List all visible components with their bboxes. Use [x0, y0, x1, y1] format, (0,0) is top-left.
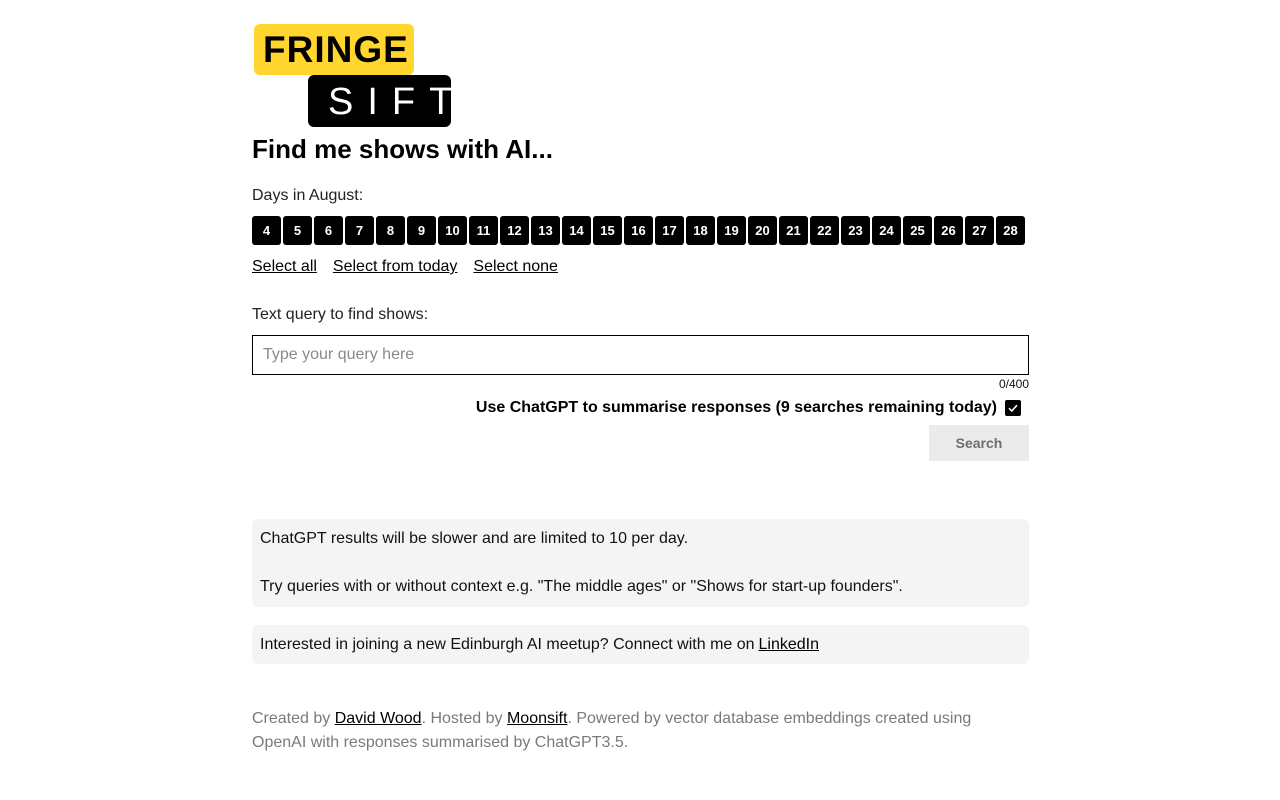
day-button-24[interactable]: 24	[872, 216, 901, 245]
day-button-9[interactable]: 9	[407, 216, 436, 245]
select-all-link[interactable]: Select all	[252, 257, 317, 277]
day-button-12[interactable]: 12	[500, 216, 529, 245]
meetup-text: Interested in joining a new Edinburgh AI…	[260, 635, 755, 653]
host-link[interactable]: Moonsift	[507, 710, 567, 727]
info-line-examples: Try queries with or without context e.g.…	[260, 578, 903, 595]
day-button-19[interactable]: 19	[717, 216, 746, 245]
character-counter: 0/400	[998, 377, 1029, 391]
logo-fringe-text: FRINGE	[263, 29, 409, 70]
day-button-25[interactable]: 25	[903, 216, 932, 245]
day-button-17[interactable]: 17	[655, 216, 684, 245]
meetup-box: Interested in joining a new Edinburgh AI…	[252, 625, 1029, 664]
info-box: ChatGPT results will be slower and are l…	[252, 519, 1029, 607]
fringe-sift-logo[interactable]: FRINGE SIFT	[254, 24, 454, 128]
linkedin-link[interactable]: LinkedIn	[759, 636, 820, 654]
select-from-today-link[interactable]: Select from today	[333, 257, 458, 277]
page-title: Find me shows with AI...	[252, 134, 553, 164]
days-label: Days in August:	[252, 187, 364, 204]
query-label: Text query to find shows:	[252, 306, 429, 323]
day-button-8[interactable]: 8	[376, 216, 405, 245]
day-button-26[interactable]: 26	[934, 216, 963, 245]
day-button-5[interactable]: 5	[283, 216, 312, 245]
select-none-link[interactable]: Select none	[473, 257, 558, 277]
day-selector: 4 5 6 7 8 9 10 11 12 13 14 15 16 17 18 19 20 21 22 23 24 25 26…	[252, 216, 1025, 245]
chatgpt-toggle-label: Use ChatGPT to summarise responses (9 se…	[475, 399, 997, 416]
footer: Created by David Wood. Hosted by Moonsif…	[252, 707, 1029, 755]
check-icon	[1008, 404, 1018, 413]
logo-fringe-block: FRINGE	[254, 24, 414, 75]
day-button-13[interactable]: 13	[531, 216, 560, 245]
search-button[interactable]: Search	[929, 425, 1029, 461]
day-button-20[interactable]: 20	[748, 216, 777, 245]
footer-hosted-by: . Hosted by	[421, 710, 503, 727]
day-button-16[interactable]: 16	[624, 216, 653, 245]
day-button-18[interactable]: 18	[686, 216, 715, 245]
day-button-7[interactable]: 7	[345, 216, 374, 245]
day-button-15[interactable]: 15	[593, 216, 622, 245]
chatgpt-checkbox[interactable]	[1005, 400, 1021, 416]
query-input[interactable]	[252, 335, 1029, 375]
day-button-11[interactable]: 11	[469, 216, 498, 245]
day-button-4[interactable]: 4	[252, 216, 281, 245]
logo-sift-text: SIFT	[328, 81, 467, 123]
footer-created-by: Created by	[252, 710, 331, 727]
info-line-limit: ChatGPT results will be slower and are l…	[260, 530, 689, 547]
day-button-23[interactable]: 23	[841, 216, 870, 245]
day-select-links: Select all Select from today Select none	[252, 257, 558, 277]
day-button-10[interactable]: 10	[438, 216, 467, 245]
day-button-27[interactable]: 27	[965, 216, 994, 245]
day-button-14[interactable]: 14	[562, 216, 591, 245]
chatgpt-toggle-row: Use ChatGPT to summarise responses (9 se…	[476, 399, 1021, 417]
day-button-28[interactable]: 28	[996, 216, 1025, 245]
day-button-6[interactable]: 6	[314, 216, 343, 245]
logo-sift-block: SIFT	[308, 75, 452, 127]
author-link[interactable]: David Wood	[335, 710, 422, 727]
day-button-22[interactable]: 22	[810, 216, 839, 245]
day-button-21[interactable]: 21	[779, 216, 808, 245]
